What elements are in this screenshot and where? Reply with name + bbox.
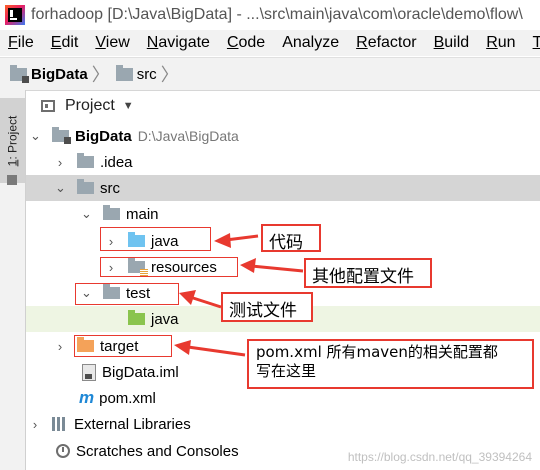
callout-config: 其他配置文件 [304, 258, 432, 288]
callout-code: 代码 [261, 224, 321, 253]
callout-pom-line2: 写在这里 [256, 362, 317, 380]
arrow-config [251, 264, 304, 273]
arrowhead-target [174, 340, 191, 355]
arrowhead-code [214, 233, 231, 248]
arrowhead-test [179, 290, 196, 305]
arrowhead-config [240, 258, 256, 273]
arrow-test [189, 295, 222, 309]
callout-test: 测试文件 [221, 292, 313, 322]
callout-test-text: 测试文件 [229, 301, 297, 321]
arrow-target [187, 345, 246, 357]
arrow-code [225, 234, 259, 242]
callout-code-text: 代码 [269, 233, 303, 253]
watermark: https://blog.csdn.net/qq_39394264 [347, 450, 532, 464]
callout-pom-line1: pom.xml 所有maven的相关配置都 [256, 343, 498, 361]
callout-pom: pom.xml 所有maven的相关配置都 写在这里 [247, 339, 534, 389]
callout-config-text: 其他配置文件 [312, 267, 414, 287]
